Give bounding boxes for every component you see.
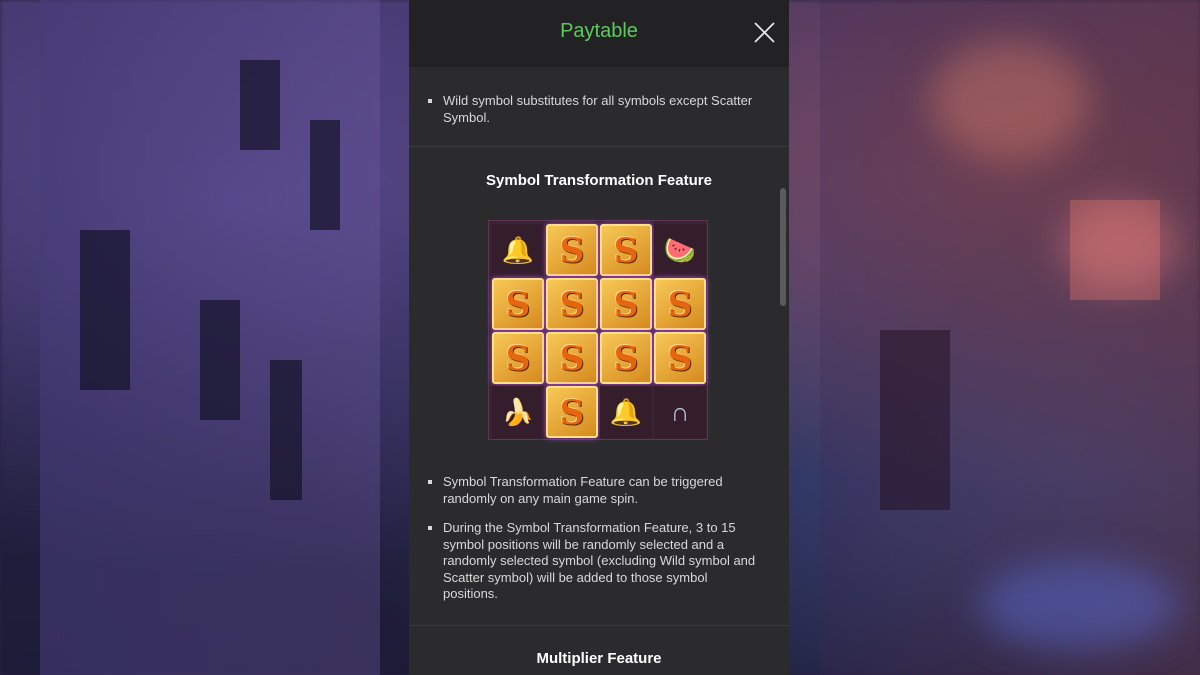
- wild-symbol: S: [546, 386, 598, 438]
- list-item: Symbol Transformation Feature can be tri…: [427, 474, 757, 507]
- wild-symbol: S: [492, 278, 544, 330]
- wild-s-glyph: S: [559, 339, 585, 379]
- panel-title: Paytable: [560, 20, 638, 42]
- wild-s-glyph: S: [667, 285, 693, 325]
- bell-icon: 🔔: [501, 235, 535, 265]
- bell-symbol: 🔔: [492, 224, 544, 276]
- banana-symbol: 🍌: [492, 386, 544, 438]
- divider: [409, 146, 789, 147]
- wild-symbol: S: [546, 332, 598, 384]
- wild-symbol: S: [546, 224, 598, 276]
- background-light: [1060, 200, 1180, 290]
- section-title-multiplier: Multiplier Feature: [536, 650, 662, 667]
- scrollbar-thumb[interactable]: [780, 188, 786, 306]
- wild-s-glyph: S: [559, 393, 585, 433]
- paytable-content[interactable]: Wild symbol substitutes for all symbols …: [409, 67, 789, 675]
- banana-icon: 🍌: [501, 397, 535, 427]
- wild-s-glyph: S: [613, 285, 639, 325]
- wild-symbol: S: [654, 278, 706, 330]
- background-light: [980, 560, 1180, 650]
- watermelon-icon: 🍉: [663, 235, 697, 265]
- section-title-symbol-transformation: Symbol Transformation Feature: [486, 172, 712, 189]
- wild-symbol: S: [546, 278, 598, 330]
- wild-symbol: S: [654, 332, 706, 384]
- symbol-transformation-illustration: 🔔 S S 🍉 S S S S S S S S 🍌 S 🔔 ∩: [488, 220, 708, 440]
- background-building-left: [40, 0, 380, 675]
- horseshoe-symbol: ∩: [654, 386, 706, 438]
- symbol-transformation-rules-list: Symbol Transformation Feature can be tri…: [427, 474, 757, 616]
- wild-s-glyph: S: [505, 339, 531, 379]
- horseshoe-icon: ∩: [670, 397, 690, 427]
- watermelon-symbol: 🍉: [654, 224, 706, 276]
- close-icon: [754, 22, 775, 43]
- wild-s-glyph: S: [559, 231, 585, 271]
- wild-s-glyph: S: [559, 285, 585, 325]
- divider: [409, 625, 789, 626]
- wild-symbol: S: [600, 224, 652, 276]
- close-button[interactable]: [749, 18, 779, 48]
- wild-symbol: S: [600, 332, 652, 384]
- bell-symbol: 🔔: [600, 386, 652, 438]
- list-item: During the Symbol Transformation Feature…: [427, 520, 757, 603]
- wild-s-glyph: S: [613, 339, 639, 379]
- wild-symbol: S: [492, 332, 544, 384]
- paytable-panel: Paytable Wild symbol substitutes for all…: [409, 0, 789, 675]
- list-item: Wild symbol substitutes for all symbols …: [427, 93, 757, 126]
- panel-header: Paytable: [409, 0, 789, 67]
- bell-icon: 🔔: [609, 397, 643, 427]
- wild-rules-list: Wild symbol substitutes for all symbols …: [427, 93, 757, 139]
- wild-symbol: S: [600, 278, 652, 330]
- background-light: [930, 40, 1090, 160]
- wild-s-glyph: S: [667, 339, 693, 379]
- wild-s-glyph: S: [613, 231, 639, 271]
- wild-s-glyph: S: [505, 285, 531, 325]
